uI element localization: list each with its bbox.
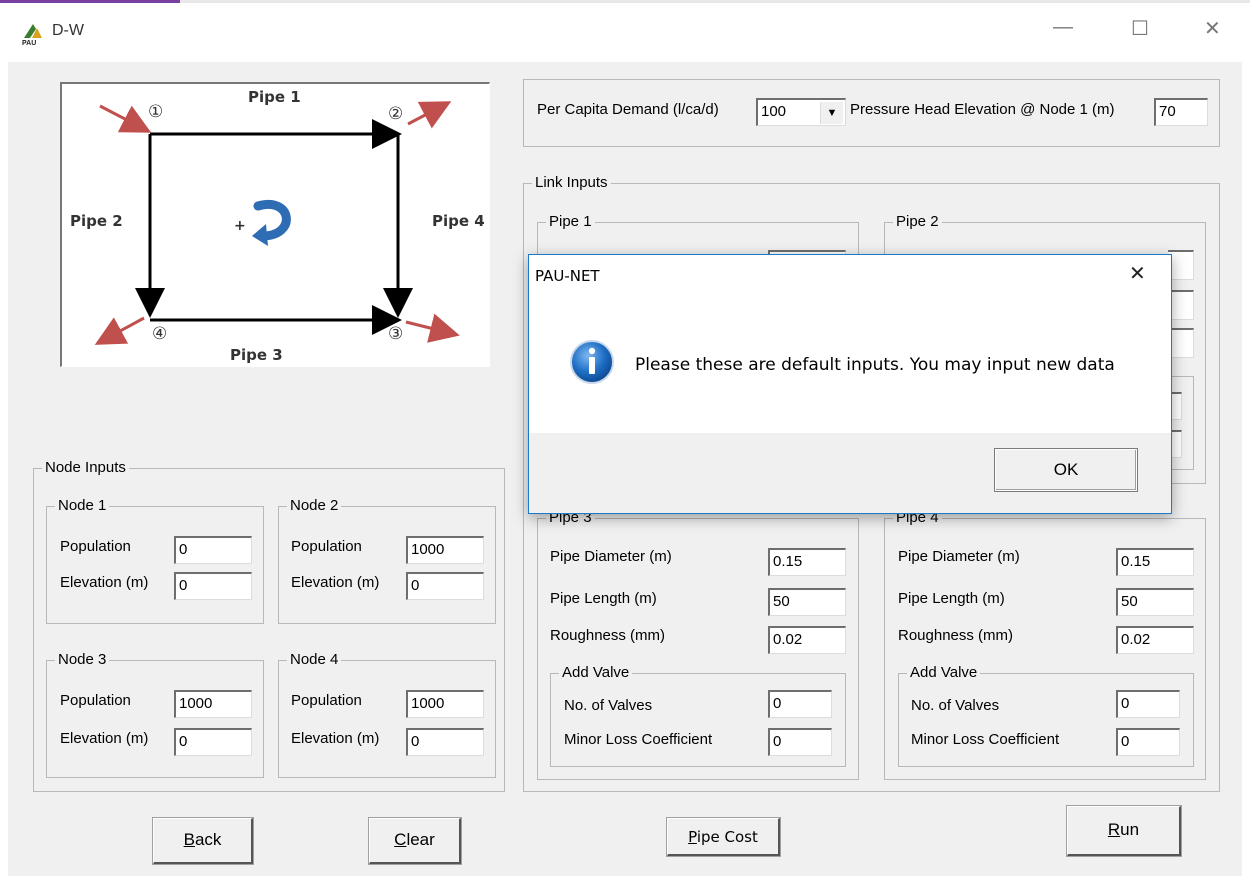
node1-population-label: Population <box>60 538 131 555</box>
node2-population-label: Population <box>291 538 362 555</box>
node1-group: Node 1 <box>46 497 264 624</box>
pipe3-roughness-label: Roughness (mm) <box>550 627 666 644</box>
pipe4-length-input[interactable]: 50 <box>1116 588 1194 616</box>
run-button[interactable]: Run <box>1066 805 1182 857</box>
node4-population-label: Population <box>291 692 362 709</box>
pipe3-valves-label: No. of Valves <box>564 697 653 714</box>
diagram-plus-sign: + <box>234 218 246 234</box>
back-button-label: ack <box>194 830 222 849</box>
node1-elevation-input[interactable]: 0 <box>174 572 252 600</box>
pipe3-length-label: Pipe Length (m) <box>550 590 657 607</box>
pipe4-roughness-label: Roughness (mm) <box>898 627 1014 644</box>
pipe4-valves-input[interactable]: 0 <box>1116 690 1180 718</box>
node3-title: Node 3 <box>55 651 110 668</box>
pipe4-minor-loss-input[interactable]: 0 <box>1116 728 1180 756</box>
clear-button-mnemonic: C <box>394 830 407 849</box>
pipe4-diameter-input[interactable]: 0.15 <box>1116 548 1194 576</box>
pipe4-valves-label: No. of Valves <box>911 697 1000 714</box>
run-button-label: un <box>1120 820 1140 839</box>
info-icon <box>569 339 615 385</box>
node2-elevation-label: Elevation (m) <box>291 574 380 591</box>
node4-group: Node 4 <box>278 651 496 778</box>
pressure-head-input[interactable]: 70 <box>1154 98 1208 126</box>
pipe-cost-button-mnemonic: P <box>688 828 697 846</box>
run-button-mnemonic: R <box>1107 820 1121 839</box>
node-inputs-title: Node Inputs <box>42 459 129 476</box>
node2-title: Node 2 <box>287 497 342 514</box>
clear-button[interactable]: Clear <box>368 817 462 865</box>
network-diagram: Pipe 1 Pipe 2 Pipe 3 Pipe 4 ① ② ③ ④ + <box>60 82 490 367</box>
node4-title: Node 4 <box>287 651 342 668</box>
node3-elevation-input[interactable]: 0 <box>174 728 252 756</box>
node3-population-input[interactable]: 1000 <box>174 690 252 718</box>
node3-elevation-label: Elevation (m) <box>60 730 149 747</box>
dialog-close-button[interactable]: ✕ <box>1129 261 1146 286</box>
per-capita-demand-value: 100 <box>761 103 787 120</box>
node1-elevation-label: Elevation (m) <box>60 574 149 591</box>
link-inputs-title: Link Inputs <box>532 174 611 191</box>
pipe4-minor-loss-label: Minor Loss Coefficient <box>911 731 1060 748</box>
pressure-head-label: Pressure Head Elevation @ Node 1 (m) <box>850 101 1115 118</box>
dropdown-arrow-icon[interactable]: ▼ <box>820 102 843 124</box>
node1-title: Node 1 <box>55 497 110 514</box>
window-title: D-W <box>52 22 84 39</box>
node4-elevation-input[interactable]: 0 <box>406 728 484 756</box>
node2-elevation-input[interactable]: 0 <box>406 572 484 600</box>
node1-population-input[interactable]: 0 <box>174 536 252 564</box>
pipe4-roughness-input[interactable]: 0.02 <box>1116 626 1194 654</box>
pipe3-diameter-input[interactable]: 0.15 <box>768 548 846 576</box>
dialog-title: PAU-NET <box>535 267 600 285</box>
window-top-border <box>0 0 1250 3</box>
per-capita-demand-combo[interactable]: 100 ▼ <box>756 98 846 126</box>
maximize-button[interactable]: ☐ <box>1131 16 1149 41</box>
pipe1-title: Pipe 1 <box>546 213 595 230</box>
diagram-label-pipe3: Pipe 3 <box>230 346 283 364</box>
dialog-message: Please these are default inputs. You may… <box>635 355 1115 375</box>
node3-group: Node 3 <box>46 651 264 778</box>
diagram-label-pipe4: Pipe 4 <box>432 212 485 230</box>
title-bar: PAU D-W — ☐ ✕ <box>0 0 1250 62</box>
pipe4-length-label: Pipe Length (m) <box>898 590 1005 607</box>
back-button-mnemonic: B <box>183 830 195 849</box>
network-diagram-drawing <box>94 101 460 345</box>
pipe3-valve-title: Add Valve <box>559 664 633 681</box>
node2-population-input[interactable]: 1000 <box>406 536 484 564</box>
pipe-cost-button[interactable]: Pipe Cost <box>666 817 781 857</box>
pipe2-title: Pipe 2 <box>893 213 942 230</box>
pipe-cost-button-label: ipe Cost <box>696 828 758 846</box>
message-dialog: PAU-NET ✕ Please these are default input… <box>528 254 1172 514</box>
pipe3-minor-loss-input[interactable]: 0 <box>768 728 832 756</box>
pipe4-diameter-label: Pipe Diameter (m) <box>898 548 1020 565</box>
pipe3-roughness-input[interactable]: 0.02 <box>768 626 846 654</box>
minimize-button[interactable]: — <box>1053 16 1073 39</box>
node4-population-input[interactable]: 1000 <box>406 690 484 718</box>
node2-group: Node 2 <box>278 497 496 624</box>
pipe3-length-input[interactable]: 50 <box>768 588 846 616</box>
back-button[interactable]: Back <box>152 817 254 865</box>
close-button[interactable]: ✕ <box>1204 16 1221 41</box>
pipe4-valve-title: Add Valve <box>907 664 981 681</box>
pipe3-valves-input[interactable]: 0 <box>768 690 832 718</box>
diagram-label-pipe2: Pipe 2 <box>70 212 123 230</box>
diagram-label-pipe1: Pipe 1 <box>248 88 301 106</box>
diagram-node4-marker: ④ <box>152 324 168 344</box>
diagram-node3-marker: ③ <box>388 324 404 344</box>
per-capita-demand-label: Per Capita Demand (l/ca/d) <box>537 101 719 118</box>
svg-text:PAU: PAU <box>22 40 36 46</box>
pipe3-diameter-label: Pipe Diameter (m) <box>550 548 672 565</box>
ok-button[interactable]: OK <box>994 448 1138 492</box>
diagram-node2-marker: ② <box>388 104 404 124</box>
pipe3-minor-loss-label: Minor Loss Coefficient <box>564 731 713 748</box>
pau-logo-icon: PAU <box>20 20 46 47</box>
diagram-node1-marker: ① <box>148 102 164 122</box>
clear-button-label: lear <box>406 830 435 849</box>
node3-population-label: Population <box>60 692 131 709</box>
node4-elevation-label: Elevation (m) <box>291 730 380 747</box>
